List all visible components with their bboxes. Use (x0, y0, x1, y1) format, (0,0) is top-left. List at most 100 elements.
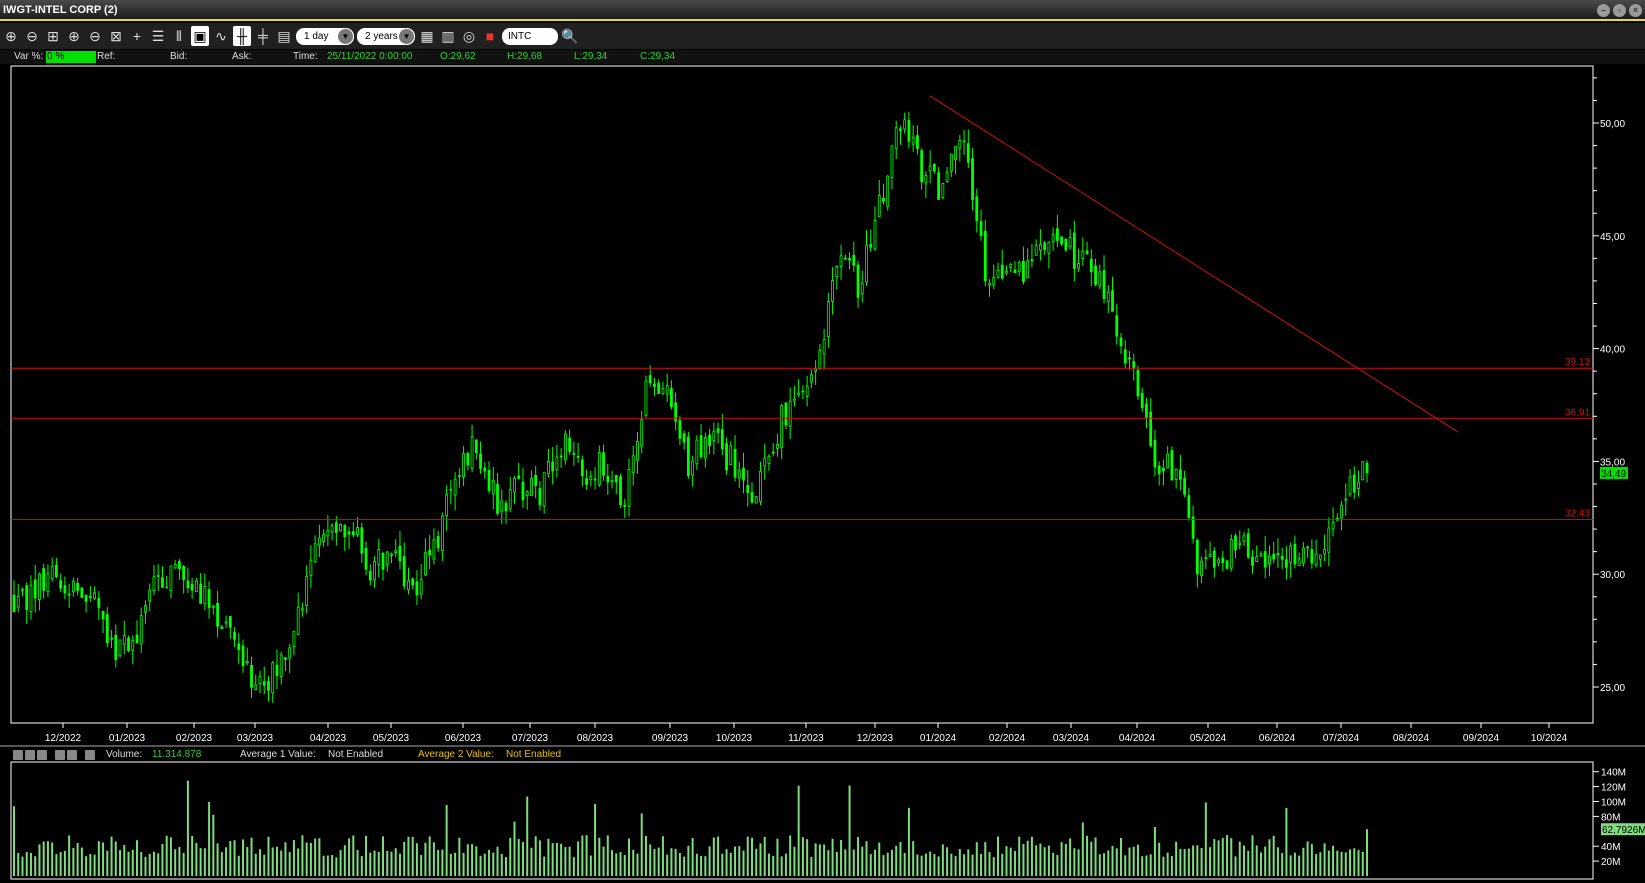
volume-bar (437, 850, 440, 876)
candle-body (436, 536, 440, 549)
candle-body (818, 349, 822, 370)
candle-body (1034, 245, 1038, 256)
volume-bar (721, 853, 724, 876)
close-icon[interactable]: × (1629, 4, 1642, 17)
volume-bar (275, 846, 278, 876)
zoom-out-icon[interactable]: ⊖ (23, 26, 41, 46)
y-tick-label: 25,00 (1600, 683, 1625, 694)
candle-body (144, 605, 147, 613)
volume-bar (34, 856, 37, 876)
volume-bar (114, 841, 117, 876)
maximize-panel-icon[interactable] (25, 750, 35, 760)
candle-body (555, 456, 559, 471)
fit-icon[interactable]: ⊞ (44, 26, 62, 46)
candle-body (585, 478, 588, 485)
candle-body (1200, 560, 1203, 577)
volume-bar (348, 838, 351, 876)
candle-body (869, 244, 873, 248)
range-dropdown[interactable]: 2 years ▼ (357, 27, 415, 45)
volume-bar (51, 842, 54, 876)
vertical-grid-icon[interactable]: ⦀ (170, 26, 188, 46)
interval-value: 1 day (304, 30, 329, 42)
volume-bar (903, 853, 906, 876)
candle-body (699, 435, 703, 458)
candle-body (508, 489, 512, 510)
candle-body (966, 143, 970, 163)
volume-bar (89, 853, 92, 876)
candle-body (563, 433, 567, 461)
volume-bar (801, 837, 804, 876)
candle-body (390, 553, 393, 556)
refresh-icon[interactable]: ◎ (460, 26, 478, 46)
candle-body (470, 436, 474, 469)
x-tick-label: 09/2023 (652, 733, 689, 744)
bar-chart-icon[interactable]: ╪ (254, 26, 272, 46)
volume-value: 11.314.878 (152, 749, 202, 760)
candlestick-icon[interactable]: ╫ (233, 26, 251, 46)
volume-bar (29, 852, 32, 876)
chevron-down-icon: ▼ (399, 28, 414, 44)
color-icon[interactable]: ■ (481, 26, 499, 46)
vertical-zoom-out-icon[interactable]: ⊖ (86, 26, 104, 46)
volume-bar (1030, 836, 1033, 876)
search-icon[interactable]: 🔍 (561, 26, 579, 46)
candle-body (457, 474, 461, 477)
volume-bar (169, 837, 172, 876)
candle-body (839, 255, 843, 267)
candle-body (822, 339, 826, 355)
candle-body (1242, 535, 1246, 542)
candle-body (216, 602, 219, 627)
settings-icon[interactable] (85, 750, 95, 760)
volume-bar (1243, 845, 1245, 876)
volume-bar (526, 796, 529, 876)
volume-bar (568, 846, 571, 876)
vertical-zoom-in-icon[interactable]: ⊕ (65, 26, 83, 46)
studies-icon[interactable]: ▦ (418, 26, 436, 46)
indicators-icon[interactable]: ▤ (275, 26, 293, 46)
candle-body (1246, 533, 1250, 558)
volume-bar (1158, 842, 1161, 876)
line-chart-icon[interactable]: ∿ (212, 26, 230, 46)
candle-body (415, 581, 419, 596)
candle-body (288, 647, 292, 659)
volume-bar (208, 801, 211, 876)
candle-body (211, 605, 215, 608)
save-icon[interactable]: ▥ (439, 26, 457, 46)
volume-bar (97, 841, 100, 876)
volume-bar (1128, 847, 1131, 876)
candle-body (432, 539, 436, 560)
reset-zoom-icon[interactable]: ⊠ (107, 26, 125, 46)
candle-body (691, 460, 695, 476)
volume-tick-label: 120M (1601, 783, 1626, 794)
window-icon[interactable]: ▣ (191, 26, 209, 46)
volume-bar (929, 851, 932, 876)
candle-body (377, 549, 381, 565)
x-tick-label: 12/2023 (857, 733, 894, 744)
volume-bar (589, 855, 592, 876)
move-down-icon[interactable] (67, 750, 77, 760)
volume-bar (806, 839, 809, 876)
minimize-icon[interactable]: – (1597, 4, 1610, 17)
candle-body (1009, 264, 1013, 268)
crosshair-icon[interactable]: + (128, 26, 146, 46)
zoom-in-icon[interactable]: ⊕ (2, 26, 20, 46)
move-up-icon[interactable] (55, 750, 65, 760)
interval-dropdown[interactable]: 1 day ▼ (296, 27, 354, 45)
candle-body (178, 561, 181, 569)
volume-bar (937, 856, 940, 876)
candle-body (971, 158, 974, 201)
candle-body (1119, 337, 1123, 347)
candle-body (767, 455, 771, 464)
minimize-panel-icon[interactable] (13, 750, 23, 760)
close-panel-icon[interactable] (37, 750, 47, 760)
volume-bar (59, 852, 62, 876)
candle-body (627, 469, 631, 507)
candle-body (474, 439, 478, 454)
symbol-input[interactable] (502, 27, 558, 45)
restore-icon[interactable]: ▫ (1613, 4, 1626, 17)
candle-body (877, 195, 881, 218)
horizontal-grid-icon[interactable]: ☰ (149, 26, 167, 46)
volume-bar (1281, 853, 1284, 876)
volume-bar (233, 840, 236, 876)
volume-bar (110, 836, 113, 876)
